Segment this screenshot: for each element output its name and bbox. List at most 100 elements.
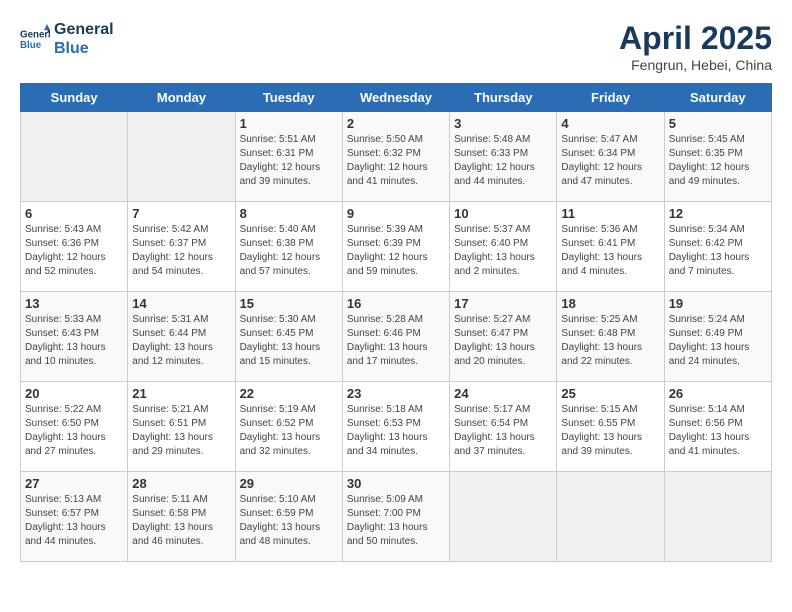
cell-content: Sunrise: 5:42 AM Sunset: 6:37 PM Dayligh… <box>132 223 230 279</box>
day-number: 24 <box>454 386 552 401</box>
cell-content: Sunrise: 5:27 AM Sunset: 6:47 PM Dayligh… <box>454 313 552 369</box>
calendar-week-2: 6Sunrise: 5:43 AM Sunset: 6:36 PM Daylig… <box>21 202 772 292</box>
calendar-week-1: 1 Sunrise: 5:51 AM Sunset: 6:31 PM Daylig… <box>21 112 772 202</box>
month-title: April 2025 <box>619 20 772 57</box>
cell-content: Sunrise: 5:51 AM Sunset: 6:31 PM Dayligh… <box>240 133 338 189</box>
cell-content: Sunrise: 5:17 AM Sunset: 6:54 PM Dayligh… <box>454 403 552 459</box>
calendar-cell: 14 Sunrise: 5:31 AM Sunset: 6:44 PM Dayli… <box>128 292 235 382</box>
calendar-cell: 9 Sunrise: 5:39 AM Sunset: 6:39 PM Daylig… <box>342 202 449 292</box>
day-number: 21 <box>132 386 230 401</box>
cell-content: Sunrise: 5:14 AM Sunset: 6:56 PM Dayligh… <box>669 403 767 459</box>
day-header-saturday: Saturday <box>664 84 771 112</box>
day-number: 11 <box>561 206 659 221</box>
day-number: 8 <box>240 206 338 221</box>
cell-content: Sunrise: 5:13 AM Sunset: 6:57 PM Dayligh… <box>25 493 123 549</box>
cell-content: Sunrise: 5:37 AM Sunset: 6:40 PM Dayligh… <box>454 223 552 279</box>
general-blue-logo-icon: General Blue <box>20 24 50 54</box>
day-header-friday: Friday <box>557 84 664 112</box>
cell-content: Sunrise: 5:30 AM Sunset: 6:45 PM Dayligh… <box>240 313 338 369</box>
day-number: 28 <box>132 476 230 491</box>
calendar-cell: 23 Sunrise: 5:18 AM Sunset: 6:53 PM Dayli… <box>342 382 449 472</box>
day-number: 13 <box>25 296 123 311</box>
day-number: 9 <box>347 206 445 221</box>
location-subtitle: Fengrun, Hebei, China <box>619 57 772 73</box>
calendar-cell: 1 Sunrise: 5:51 AM Sunset: 6:31 PM Daylig… <box>235 112 342 202</box>
day-number: 3 <box>454 116 552 131</box>
svg-text:Blue: Blue <box>20 40 42 51</box>
day-number: 19 <box>669 296 767 311</box>
day-number: 17 <box>454 296 552 311</box>
calendar-cell <box>128 112 235 202</box>
calendar-cell <box>557 472 664 562</box>
calendar-cell: 26 Sunrise: 5:14 AM Sunset: 6:56 PM Dayli… <box>664 382 771 472</box>
calendar-week-5: 27Sunrise: 5:13 AM Sunset: 6:57 PM Dayli… <box>21 472 772 562</box>
cell-content: Sunrise: 5:10 AM Sunset: 6:59 PM Dayligh… <box>240 493 338 549</box>
calendar-cell: 27Sunrise: 5:13 AM Sunset: 6:57 PM Dayli… <box>21 472 128 562</box>
cell-content: Sunrise: 5:21 AM Sunset: 6:51 PM Dayligh… <box>132 403 230 459</box>
cell-content: Sunrise: 5:45 AM Sunset: 6:35 PM Dayligh… <box>669 133 767 189</box>
calendar-cell: 28 Sunrise: 5:11 AM Sunset: 6:58 PM Dayli… <box>128 472 235 562</box>
day-number: 15 <box>240 296 338 311</box>
calendar-cell: 16Sunrise: 5:28 AM Sunset: 6:46 PM Dayli… <box>342 292 449 382</box>
cell-content: Sunrise: 5:09 AM Sunset: 7:00 PM Dayligh… <box>347 493 445 549</box>
day-number: 30 <box>347 476 445 491</box>
svg-text:General: General <box>20 30 50 41</box>
cell-content: Sunrise: 5:34 AM Sunset: 6:42 PM Dayligh… <box>669 223 767 279</box>
day-number: 10 <box>454 206 552 221</box>
cell-content: Sunrise: 5:18 AM Sunset: 6:53 PM Dayligh… <box>347 403 445 459</box>
calendar-cell: 10 Sunrise: 5:37 AM Sunset: 6:40 PM Dayli… <box>450 202 557 292</box>
calendar-cell <box>664 472 771 562</box>
calendar-cell: 7Sunrise: 5:42 AM Sunset: 6:37 PM Daylig… <box>128 202 235 292</box>
day-number: 14 <box>132 296 230 311</box>
logo-blue: Blue <box>54 39 114 58</box>
calendar-cell: 18 Sunrise: 5:25 AM Sunset: 6:48 PM Dayli… <box>557 292 664 382</box>
calendar-cell <box>21 112 128 202</box>
cell-content: Sunrise: 5:25 AM Sunset: 6:48 PM Dayligh… <box>561 313 659 369</box>
cell-content: Sunrise: 5:50 AM Sunset: 6:32 PM Dayligh… <box>347 133 445 189</box>
header-row: SundayMondayTuesdayWednesdayThursdayFrid… <box>21 84 772 112</box>
calendar-cell: 8 Sunrise: 5:40 AM Sunset: 6:38 PM Daylig… <box>235 202 342 292</box>
cell-content: Sunrise: 5:28 AM Sunset: 6:46 PM Dayligh… <box>347 313 445 369</box>
cell-content: Sunrise: 5:36 AM Sunset: 6:41 PM Dayligh… <box>561 223 659 279</box>
cell-content: Sunrise: 5:31 AM Sunset: 6:44 PM Dayligh… <box>132 313 230 369</box>
calendar-cell: 4Sunrise: 5:47 AM Sunset: 6:34 PM Daylig… <box>557 112 664 202</box>
logo-general: General <box>54 20 114 39</box>
day-number: 12 <box>669 206 767 221</box>
day-number: 1 <box>240 116 338 131</box>
day-number: 29 <box>240 476 338 491</box>
day-number: 4 <box>561 116 659 131</box>
day-header-tuesday: Tuesday <box>235 84 342 112</box>
cell-content: Sunrise: 5:22 AM Sunset: 6:50 PM Dayligh… <box>25 403 123 459</box>
cell-content: Sunrise: 5:33 AM Sunset: 6:43 PM Dayligh… <box>25 313 123 369</box>
cell-content: Sunrise: 5:11 AM Sunset: 6:58 PM Dayligh… <box>132 493 230 549</box>
day-number: 20 <box>25 386 123 401</box>
day-number: 18 <box>561 296 659 311</box>
calendar-table: SundayMondayTuesdayWednesdayThursdayFrid… <box>20 83 772 562</box>
cell-content: Sunrise: 5:40 AM Sunset: 6:38 PM Dayligh… <box>240 223 338 279</box>
day-header-wednesday: Wednesday <box>342 84 449 112</box>
cell-content: Sunrise: 5:48 AM Sunset: 6:33 PM Dayligh… <box>454 133 552 189</box>
calendar-cell: 12 Sunrise: 5:34 AM Sunset: 6:42 PM Dayli… <box>664 202 771 292</box>
logo: General Blue General Blue <box>20 20 114 58</box>
day-number: 6 <box>25 206 123 221</box>
cell-content: Sunrise: 5:39 AM Sunset: 6:39 PM Dayligh… <box>347 223 445 279</box>
day-number: 2 <box>347 116 445 131</box>
cell-content: Sunrise: 5:19 AM Sunset: 6:52 PM Dayligh… <box>240 403 338 459</box>
calendar-cell: 21 Sunrise: 5:21 AM Sunset: 6:51 PM Dayli… <box>128 382 235 472</box>
day-number: 23 <box>347 386 445 401</box>
day-number: 26 <box>669 386 767 401</box>
calendar-cell: 29 Sunrise: 5:10 AM Sunset: 6:59 PM Dayli… <box>235 472 342 562</box>
day-number: 22 <box>240 386 338 401</box>
calendar-cell: 20 Sunrise: 5:22 AM Sunset: 6:50 PM Dayli… <box>21 382 128 472</box>
calendar-cell <box>450 472 557 562</box>
calendar-cell: 3 Sunrise: 5:48 AM Sunset: 6:33 PM Daylig… <box>450 112 557 202</box>
calendar-cell: 6Sunrise: 5:43 AM Sunset: 6:36 PM Daylig… <box>21 202 128 292</box>
calendar-cell: 5Sunrise: 5:45 AM Sunset: 6:35 PM Daylig… <box>664 112 771 202</box>
day-header-sunday: Sunday <box>21 84 128 112</box>
calendar-cell: 11 Sunrise: 5:36 AM Sunset: 6:41 PM Dayli… <box>557 202 664 292</box>
calendar-cell: 25Sunrise: 5:15 AM Sunset: 6:55 PM Dayli… <box>557 382 664 472</box>
calendar-body: 1 Sunrise: 5:51 AM Sunset: 6:31 PM Daylig… <box>21 112 772 562</box>
calendar-header: SundayMondayTuesdayWednesdayThursdayFrid… <box>21 84 772 112</box>
calendar-week-4: 20 Sunrise: 5:22 AM Sunset: 6:50 PM Dayli… <box>21 382 772 472</box>
day-header-monday: Monday <box>128 84 235 112</box>
